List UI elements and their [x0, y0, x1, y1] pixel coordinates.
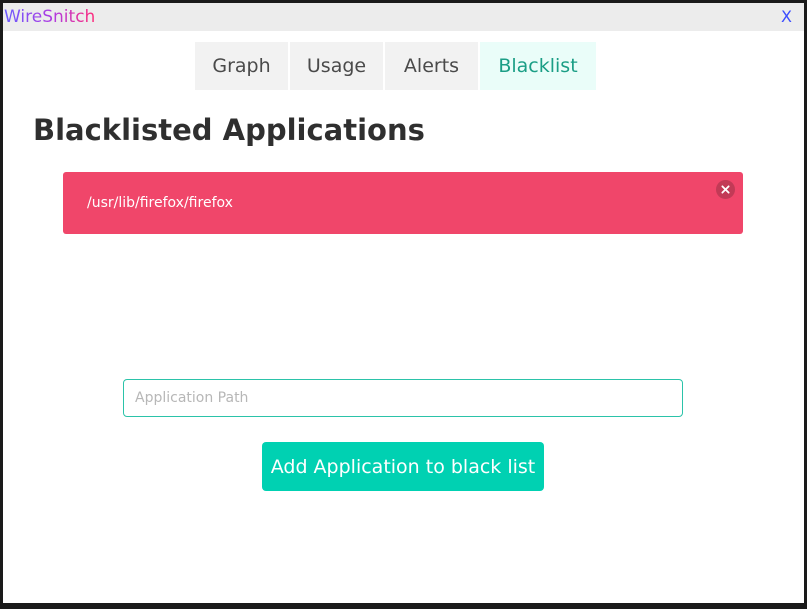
- application-path-input[interactable]: [123, 379, 683, 417]
- blacklist-item-path: /usr/lib/firefox/firefox: [87, 195, 233, 211]
- add-application-button[interactable]: Add Application to black list: [262, 442, 544, 491]
- blacklist-item: /usr/lib/firefox/firefox: [63, 172, 743, 234]
- close-window-button[interactable]: X: [781, 8, 792, 26]
- app-title: WireSnitch: [4, 7, 96, 27]
- tab-usage[interactable]: Usage: [290, 42, 383, 90]
- tab-alerts[interactable]: Alerts: [385, 42, 478, 90]
- page-title: Blacklisted Applications: [33, 113, 425, 147]
- title-bar: WireSnitch X: [3, 3, 804, 31]
- tab-bar: Graph Usage Alerts Blacklist: [195, 42, 598, 90]
- remove-item-button[interactable]: [716, 180, 735, 199]
- close-icon: [721, 185, 730, 194]
- tab-graph[interactable]: Graph: [195, 42, 288, 90]
- app-window: WireSnitch X Graph Usage Alerts Blacklis…: [3, 3, 804, 603]
- tab-blacklist[interactable]: Blacklist: [480, 42, 596, 90]
